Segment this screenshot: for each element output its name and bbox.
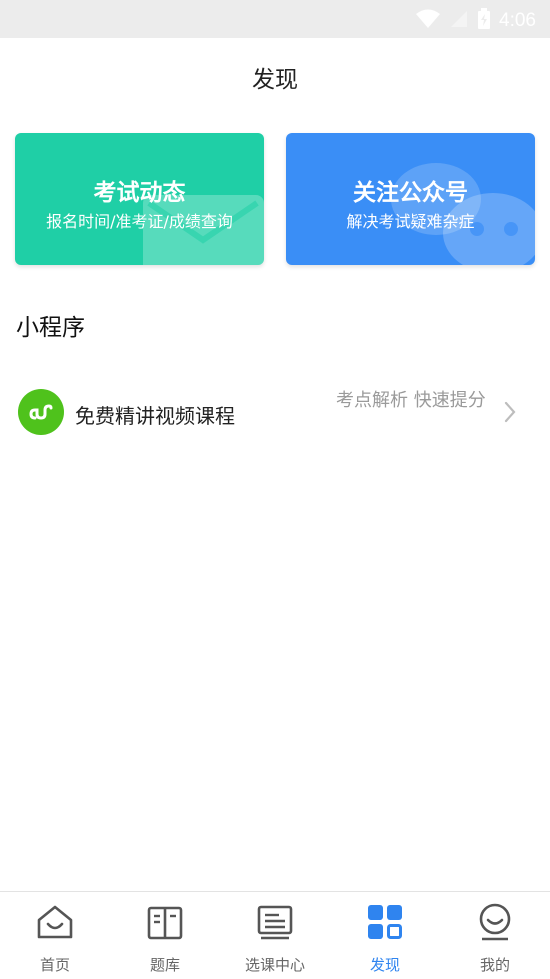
tab-label: 选课中心 <box>244 956 305 974</box>
tab-discover[interactable]: 发现 <box>330 892 440 979</box>
tab-label: 题库 <box>149 956 180 974</box>
card-subtitle: 解决考试疑难杂症 <box>346 212 475 231</box>
tab-label: 首页 <box>39 956 70 974</box>
status-icons: 4:06 <box>415 8 536 34</box>
tab-course-center[interactable]: 选课中心 <box>220 892 330 979</box>
tab-question-bank[interactable]: 题库 <box>110 892 220 979</box>
book-icon <box>147 906 183 940</box>
tab-home[interactable]: 首页 <box>0 892 110 979</box>
course-icon <box>257 905 293 940</box>
tab-label: 我的 <box>479 956 510 974</box>
exam-news-card[interactable]: 考试动态 报名时间/准考证/成绩查询 <box>15 133 264 265</box>
battery-icon <box>477 8 491 34</box>
tab-profile[interactable]: 我的 <box>440 892 550 979</box>
tab-label: 发现 <box>369 956 400 974</box>
list-item[interactable]: 免费精讲视频课程 考点解析 快速提分 <box>0 380 550 446</box>
signal-icon <box>449 9 469 33</box>
discover-grid-icon <box>368 905 402 939</box>
home-icon <box>37 905 73 939</box>
wifi-icon <box>415 9 441 33</box>
status-time: 4:06 <box>499 10 536 31</box>
mini-program-description: 考点解析 快速提分 <box>336 390 486 411</box>
profile-icon <box>479 903 511 941</box>
page-title: 发现 <box>252 67 298 93</box>
link-icon <box>18 389 64 435</box>
card-title: 考试动态 <box>93 180 186 206</box>
card-title: 关注公众号 <box>353 180 468 206</box>
tab-bar: 首页 题库 选课中心 发现 我的 <box>0 891 550 979</box>
follow-account-card[interactable]: 关注公众号 解决考试疑难杂症 <box>286 133 535 265</box>
card-subtitle: 报名时间/准考证/成绩查询 <box>46 212 233 231</box>
mini-program-label: 免费精讲视频课程 <box>75 404 235 428</box>
chevron-right-icon <box>504 401 516 423</box>
section-title: 小程序 <box>16 315 85 341</box>
status-bar: 4:06 <box>0 0 550 38</box>
